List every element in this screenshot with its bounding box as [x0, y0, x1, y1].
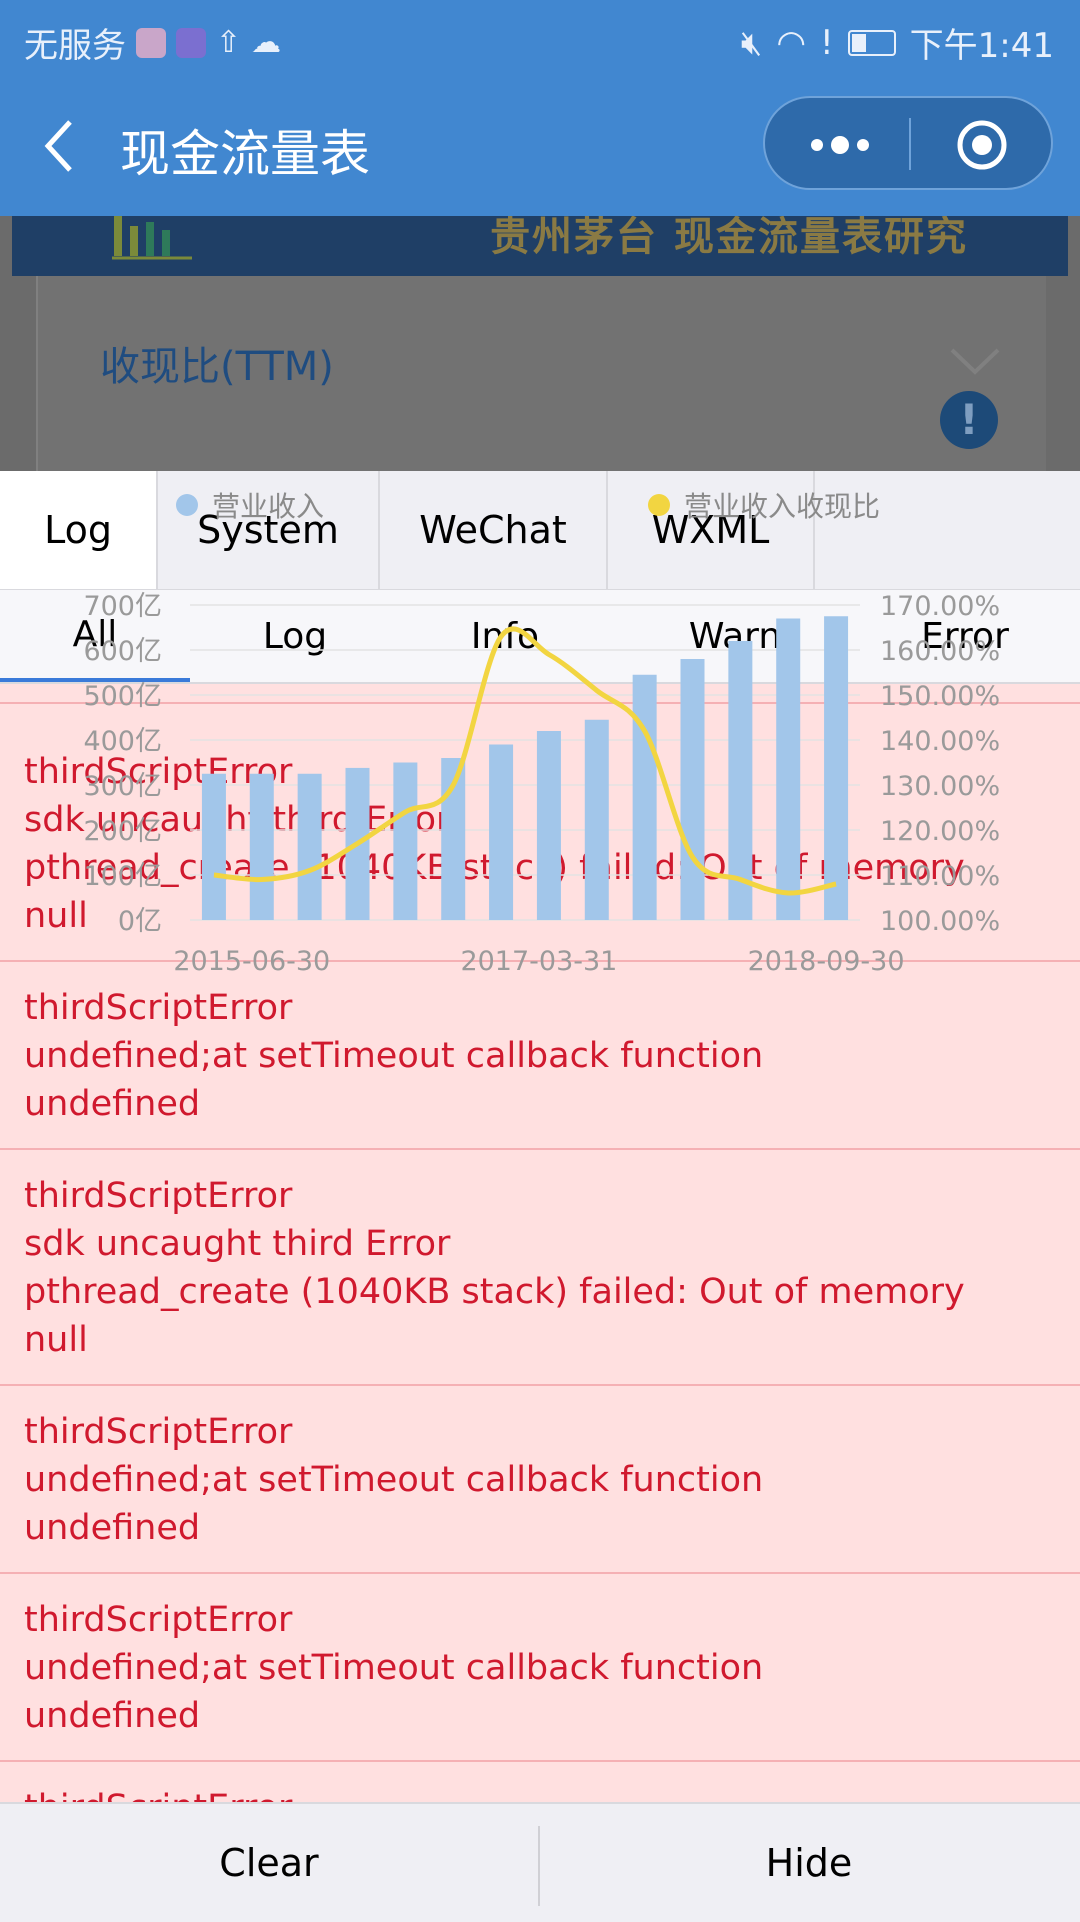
- alert-icon: !: [820, 22, 834, 63]
- more-options-icon[interactable]: [805, 122, 875, 168]
- chevron-down-icon[interactable]: [950, 346, 1000, 376]
- log-line: undefined;at setTimeout callback functio…: [24, 1460, 764, 1500]
- mute-icon: 🔇︎: [740, 22, 763, 63]
- filter-error[interactable]: Error: [870, 590, 1060, 682]
- log-line: sdk uncaught third Error: [24, 1224, 451, 1264]
- log-entry: thirdScriptError: [0, 1762, 1080, 1802]
- log-line: pthread_create (1040KB stack) failed: Ou…: [24, 848, 965, 888]
- filter-warn[interactable]: Warn: [640, 590, 830, 682]
- log-line: thirdScriptError: [24, 1412, 293, 1452]
- mini-program-capsule: [763, 96, 1053, 190]
- log-entry: thirdScriptError undefined;at setTimeout …: [0, 1386, 1080, 1574]
- carrier-text: 无服务: [24, 26, 126, 66]
- bar-chart-icon: [112, 216, 192, 260]
- legend-dot: [176, 494, 198, 516]
- close-mini-program-icon[interactable]: [955, 118, 1009, 172]
- card-title: 收现比(TTM): [100, 344, 334, 390]
- clear-button[interactable]: Clear: [0, 1804, 538, 1922]
- log-entry: thirdScriptError sdk uncaught third Error…: [0, 1150, 1080, 1386]
- log-entry: thirdScriptError undefined;at setTimeout …: [0, 1574, 1080, 1762]
- upload-icon: ⇧: [216, 25, 242, 60]
- log-entry: thirdScriptError sdk uncaught third Error…: [0, 726, 1080, 962]
- status-bar: 无服务 ⇧ ☁ 🔇︎ ◠ ! 下午1:41: [0, 0, 1080, 76]
- log-filter-bar: All Log Info Warn Error: [0, 590, 1080, 684]
- log-line: thirdScriptError: [24, 1600, 293, 1640]
- log-line: sdk uncaught third Error: [24, 800, 451, 840]
- log-line: undefined;at setTimeout callback functio…: [24, 1648, 764, 1688]
- legend-label: 营业收入: [212, 490, 325, 523]
- page-content-dimmed: 贵州茅台 现金流量表研究 收现比(TTM) !: [0, 216, 1080, 471]
- header-banner: 贵州茅台 现金流量表研究: [12, 216, 1068, 276]
- page-title: 现金流量表: [120, 125, 370, 183]
- legend-item-ratio: 营业收入收现比: [648, 485, 880, 525]
- hide-button[interactable]: Hide: [540, 1804, 1078, 1922]
- log-line: thirdScriptError: [24, 988, 293, 1028]
- log-line: undefined: [24, 1508, 201, 1548]
- vconsole-tabs: Log System WeChat WXML: [0, 471, 1080, 591]
- tab-wechat[interactable]: WeChat: [380, 471, 608, 589]
- log-list[interactable]: undefined thirdScriptError sdk uncaught t…: [0, 684, 1080, 1802]
- cloud-icon: ☁: [251, 25, 282, 60]
- app-notification-icon: [136, 27, 166, 58]
- vconsole-footer: Clear Hide: [0, 1802, 1080, 1922]
- tab-log[interactable]: Log: [0, 471, 158, 589]
- filter-all[interactable]: All: [0, 590, 190, 682]
- log-line: undefined;at setTimeout callback functio…: [24, 1036, 764, 1076]
- info-alert-icon[interactable]: !: [940, 391, 998, 449]
- log-line: thirdScriptError: [24, 1176, 293, 1216]
- filter-log[interactable]: Log: [200, 590, 390, 682]
- app-notification-icon: [176, 27, 206, 58]
- wifi-icon: ◠: [776, 22, 806, 63]
- nav-bar: 现金流量表: [0, 76, 1080, 216]
- capsule-divider: [909, 118, 911, 170]
- log-line: null: [24, 896, 88, 936]
- filter-info[interactable]: Info: [410, 590, 600, 682]
- clock-text: 下午1:41: [909, 26, 1054, 66]
- legend-item-revenue: 营业收入: [176, 485, 324, 525]
- banner-title: 贵州茅台 现金流量表研究: [490, 216, 968, 260]
- log-line: pthread_create (1040KB stack) failed: Ou…: [24, 1272, 965, 1312]
- log-entry: undefined: [0, 684, 1080, 704]
- legend-dot: [648, 494, 670, 516]
- battery-icon: [847, 29, 896, 56]
- log-entry: thirdScriptError undefined;at setTimeout …: [0, 962, 1080, 1150]
- log-line: thirdScriptError: [24, 752, 293, 792]
- legend-label: 营业收入收现比: [684, 490, 881, 523]
- log-line: thirdScriptError: [24, 1784, 1056, 1802]
- log-line: null: [24, 1320, 88, 1360]
- back-arrow-icon[interactable]: [40, 116, 80, 176]
- log-line: undefined: [24, 1084, 201, 1124]
- log-line: undefined: [24, 1696, 201, 1736]
